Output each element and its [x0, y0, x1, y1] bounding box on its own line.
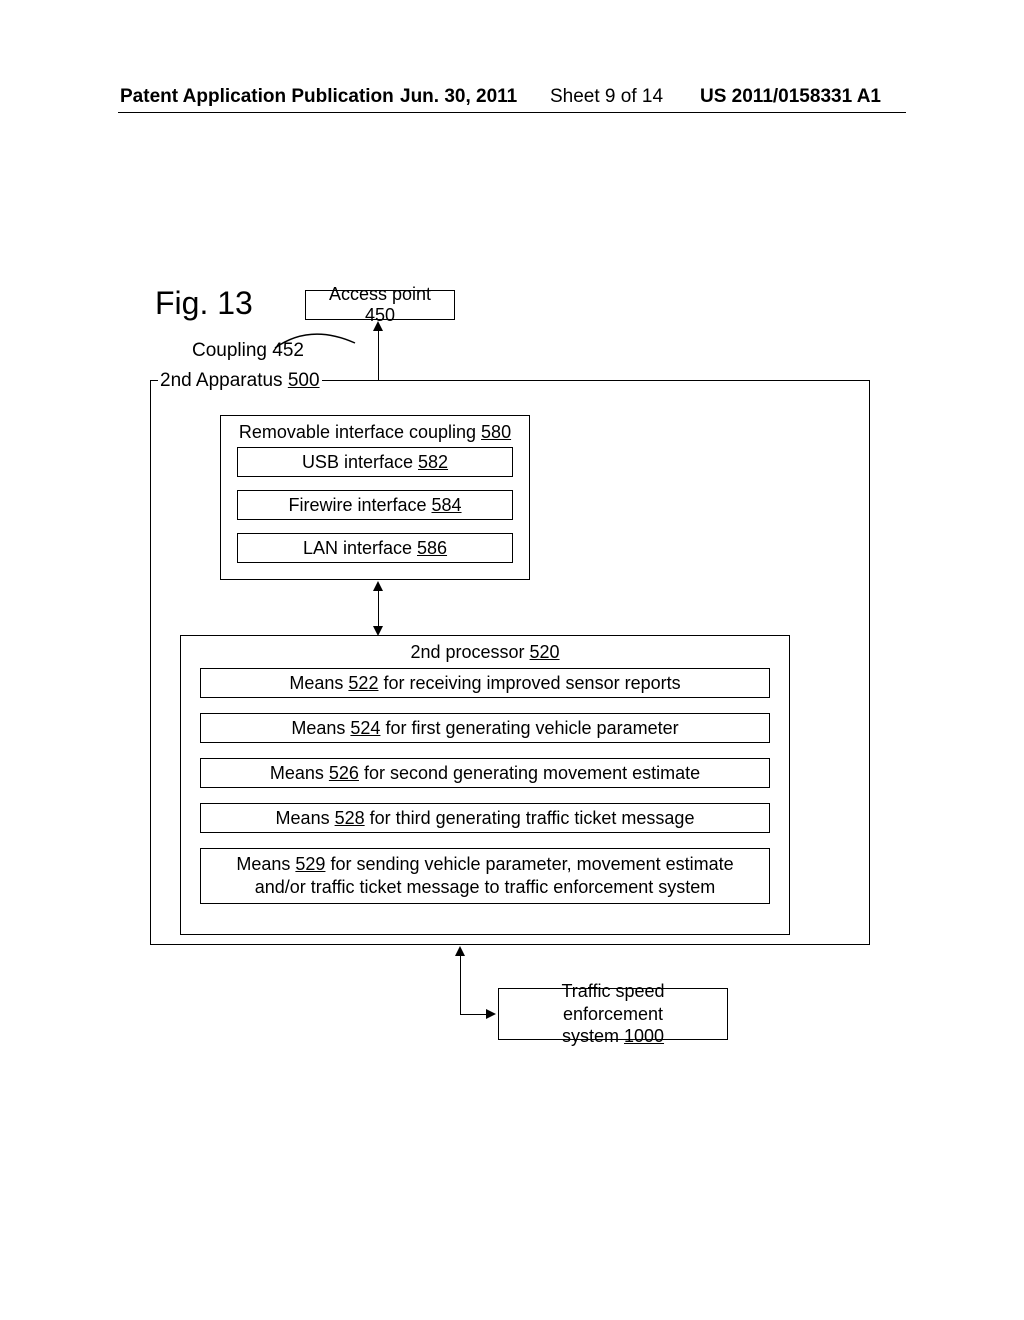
coupling-curve — [270, 323, 360, 353]
usb-pre: USB interface — [302, 452, 418, 472]
interface-title: Removable interface coupling 580 — [239, 422, 511, 443]
header-publication: Patent Application Publication — [120, 86, 394, 108]
means-522-text: Means 522 for receiving improved sensor … — [289, 673, 680, 694]
lan-pre: LAN interface — [303, 538, 417, 558]
patent-page: Patent Application Publication Jun. 30, … — [0, 0, 1024, 1320]
interface-title-num: 580 — [481, 422, 511, 442]
m526-pre: Means — [270, 763, 329, 783]
m528-pre: Means — [276, 808, 335, 828]
m522-num: 522 — [348, 673, 378, 693]
traffic-system-line1: Traffic speed enforcement — [509, 980, 717, 1025]
header-date: Jun. 30, 2011 — [400, 86, 517, 108]
arrow-ts-h — [460, 1014, 488, 1015]
m529-num: 529 — [295, 854, 325, 874]
m524-pre: Means — [291, 718, 350, 738]
lan-num: 586 — [417, 538, 447, 558]
header-sheet: Sheet 9 of 14 — [550, 86, 663, 108]
fw-text: Firewire interface 584 — [288, 495, 461, 516]
figure-label: Fig. 13 — [155, 285, 253, 322]
means-529-box: Means 529 for sending vehicle parameter,… — [200, 848, 770, 904]
processor-title-num: 520 — [530, 642, 560, 662]
apparatus-label: 2nd Apparatus 500 — [158, 370, 322, 392]
m524-post: for first generating vehicle parameter — [380, 718, 678, 738]
means-526-text: Means 526 for second generating movement… — [270, 763, 700, 784]
traffic-system-box: Traffic speed enforcement system 1000 — [498, 988, 728, 1040]
m529-post: for sending vehicle parameter, movement … — [255, 854, 734, 897]
access-point-text: Access point 450 — [316, 284, 444, 326]
means-529-text: Means 529 for sending vehicle parameter,… — [211, 853, 759, 900]
processor-title-pre: 2nd processor — [410, 642, 529, 662]
m526-num: 526 — [329, 763, 359, 783]
arrow-proc-line — [378, 589, 379, 629]
header-docnum: US 2011/0158331 A1 — [700, 86, 881, 108]
means-522-box: Means 522 for receiving improved sensor … — [200, 668, 770, 698]
means-524-box: Means 524 for first generating vehicle p… — [200, 713, 770, 743]
usb-interface-box: USB interface 582 — [237, 447, 513, 477]
m529-pre: Means — [236, 854, 295, 874]
m528-num: 528 — [335, 808, 365, 828]
ts-line2-pre: system — [562, 1026, 624, 1046]
fw-num: 584 — [432, 495, 462, 515]
processor-title: 2nd processor 520 — [410, 642, 559, 663]
m528-post: for third generating traffic ticket mess… — [365, 808, 695, 828]
header-rule — [118, 112, 906, 113]
means-526-box: Means 526 for second generating movement… — [200, 758, 770, 788]
means-528-box: Means 528 for third generating traffic t… — [200, 803, 770, 833]
ts-line2-num: 1000 — [624, 1026, 664, 1046]
traffic-system-line2: system 1000 — [562, 1025, 664, 1048]
apparatus-num: 500 — [288, 370, 320, 391]
m522-post: for receiving improved sensor reports — [378, 673, 680, 693]
m526-post: for second generating movement estimate — [359, 763, 700, 783]
usb-num: 582 — [418, 452, 448, 472]
firewire-interface-box: Firewire interface 584 — [237, 490, 513, 520]
arrow-ts-v — [460, 954, 461, 1014]
lan-text: LAN interface 586 — [303, 538, 447, 559]
means-524-text: Means 524 for first generating vehicle p… — [291, 718, 678, 739]
means-528-text: Means 528 for third generating traffic t… — [276, 808, 695, 829]
apparatus-label-text: 2nd Apparatus — [160, 370, 288, 391]
fw-pre: Firewire interface — [288, 495, 431, 515]
m522-pre: Means — [289, 673, 348, 693]
interface-title-pre: Removable interface coupling — [239, 422, 481, 442]
arrow-ts-right-head — [486, 1009, 496, 1019]
m524-num: 524 — [350, 718, 380, 738]
usb-text: USB interface 582 — [302, 452, 448, 473]
access-point-box: Access point 450 — [305, 290, 455, 320]
lan-interface-box: LAN interface 586 — [237, 533, 513, 563]
